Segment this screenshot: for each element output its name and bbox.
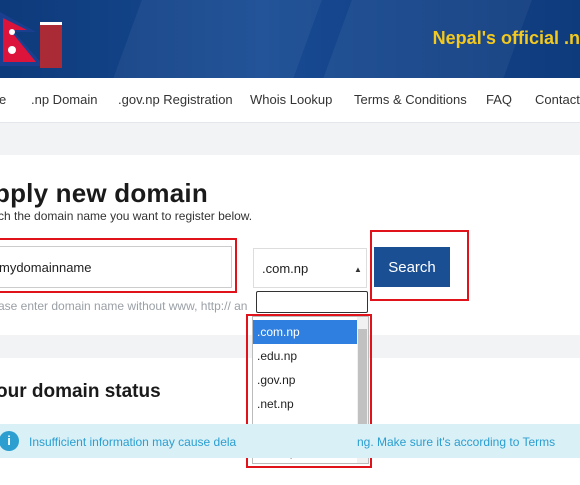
tld-selected-value: .com.np bbox=[262, 261, 309, 276]
domain-status-title: our domain status bbox=[0, 381, 161, 402]
domain-hint: ase enter domain name without www, http:… bbox=[0, 299, 248, 313]
nav-item-contact[interactable]: Contact bbox=[535, 92, 580, 107]
tld-filter-input[interactable] bbox=[256, 291, 368, 313]
main-nav: e .np Domain .gov.np Registration Whois … bbox=[0, 78, 580, 123]
site-tagline: Nepal's official .n bbox=[432, 28, 580, 48]
page-subtitle: rch the domain name you want to register… bbox=[0, 209, 253, 223]
nav-item-whois-lookup[interactable]: Whois Lookup bbox=[250, 92, 332, 107]
nav-item-terms-conditions[interactable]: Terms & Conditions bbox=[354, 92, 467, 107]
header-decor bbox=[83, 0, 337, 78]
nav-item-home[interactable]: e bbox=[0, 92, 6, 107]
highlight-search-button bbox=[370, 230, 469, 301]
info-alert: i Insufficient information may cause del… bbox=[0, 424, 580, 458]
nav-item-gov-np-registration[interactable]: .gov.np Registration bbox=[118, 92, 233, 107]
alert-text-right: ng. Make sure it's according to Terms bbox=[357, 435, 556, 449]
highlight-domain-input bbox=[0, 238, 237, 293]
caret-up-icon: ▲ bbox=[354, 265, 362, 274]
nav-item-faq[interactable]: FAQ bbox=[486, 92, 512, 107]
nepal-flag-logo[interactable] bbox=[0, 12, 62, 68]
info-icon: i bbox=[0, 431, 19, 451]
site-header: Nepal's official .n bbox=[0, 0, 580, 78]
page-title: pply new domain bbox=[0, 178, 208, 208]
alert-text-left: Insufficient information may cause dela bbox=[29, 435, 237, 449]
nav-item-np-domain[interactable]: .np Domain bbox=[31, 92, 97, 107]
tld-select[interactable]: .com.np ▲ bbox=[253, 248, 367, 288]
